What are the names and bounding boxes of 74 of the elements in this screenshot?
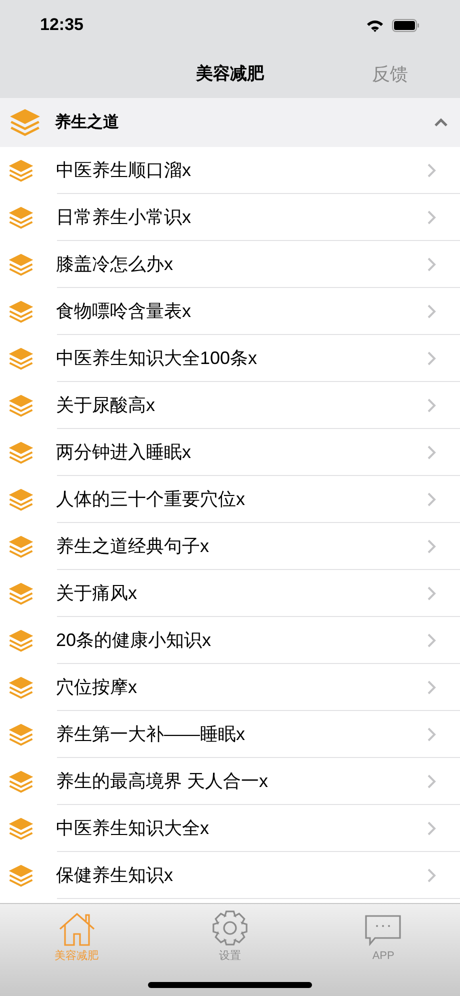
chevron-right-icon [427,210,436,225]
list-row[interactable]: 人体的三十个重要穴位x [0,476,460,523]
row-title: 人体的三十个重要穴位x [56,488,245,511]
chevron-right-icon [427,680,436,695]
layers-icon [8,770,34,794]
section-header[interactable]: 养生之道 [0,98,460,147]
chevron-right-icon [427,304,436,319]
layers-icon [8,816,34,840]
row-title: 关于尿酸高x [56,394,155,417]
row-title: 日常养生小常识x [56,206,191,229]
list-row[interactable]: 中医养生知识大全x [0,805,460,852]
row-title: 养生的最高境界 天人合一x [56,770,268,793]
chevron-right-icon [427,163,436,178]
list-row[interactable]: 日常养生小常识x [0,194,460,241]
status-time: 12:35 [40,14,84,36]
list-row[interactable]: 养生之道经典句子x [0,523,460,570]
layers-icon [8,252,34,276]
list-row[interactable]: 膝盖冷怎么办x [0,241,460,288]
layers-icon [8,582,34,606]
chevron-right-icon [427,398,436,413]
wifi-icon [366,18,384,32]
chevron-right-icon [427,257,436,272]
row-title: 中医养生知识大全x [56,817,209,840]
list-row[interactable]: 保健养生知识x [0,852,460,899]
layers-icon [8,628,34,652]
layers-icon [9,108,41,137]
list-row[interactable]: 两分钟进入睡眠x [0,429,460,476]
chevron-right-icon [427,586,436,601]
list-row[interactable]: 养生的最高境界 天人合一x [0,758,460,805]
layers-icon [8,676,34,700]
row-title: 养生之道经典句子x [56,535,209,558]
row-title: 关于痛风x [56,582,137,605]
battery-icon [392,18,420,32]
list-row[interactable]: 中医养生顺口溜x [0,147,460,194]
list-row[interactable]: 养生第一大补——睡眠x [0,711,460,758]
row-title: 食物嘌呤含量表x [56,300,191,323]
chevron-right-icon [427,633,436,648]
list-row[interactable]: 穴位按摩x [0,664,460,711]
home-icon [58,912,96,946]
row-title: 20条的健康小知识x [56,629,212,652]
layers-icon [8,534,34,558]
layers-icon [8,394,34,418]
list-row[interactable]: 中医养生知识大全100条x [0,335,460,382]
settings-icon [212,910,248,946]
layers-icon [8,300,34,324]
chevron-right-icon [427,774,436,789]
layers-icon [8,346,34,370]
row-title: 保健养生知识x [56,864,173,887]
row-title: 两分钟进入睡眠x [56,441,191,464]
layers-icon [8,864,34,888]
row-title: 中医养生顺口溜x [56,159,191,182]
layers-icon [8,206,34,230]
chevron-right-icon [427,539,436,554]
chevron-right-icon [427,351,436,366]
chevron-right-icon [427,868,436,883]
layers-icon [8,440,34,464]
list-row[interactable]: 关于痛风x [0,570,460,617]
list-row[interactable]: 关于尿酸高x [0,382,460,429]
nav-title: 美容减肥 [196,63,264,86]
layers-icon [8,158,34,182]
layers-icon [8,722,34,746]
row-title: 膝盖冷怎么办x [56,253,173,276]
row-title: 穴位按摩x [56,676,137,699]
chevron-right-icon [427,821,436,836]
chat-icon [364,914,402,946]
chevron-right-icon [427,492,436,507]
list-row[interactable]: 食物嘌呤含量表x [0,288,460,335]
section-title: 养生之道 [55,112,119,132]
chevron-right-icon [427,445,436,460]
row-title: 养生第一大补——睡眠x [56,723,245,746]
row-title: 中医养生知识大全100条x [56,347,258,370]
layers-icon [8,488,34,512]
chevron-right-icon [427,727,436,742]
list-row[interactable]: 20条的健康小知识x [0,617,460,664]
